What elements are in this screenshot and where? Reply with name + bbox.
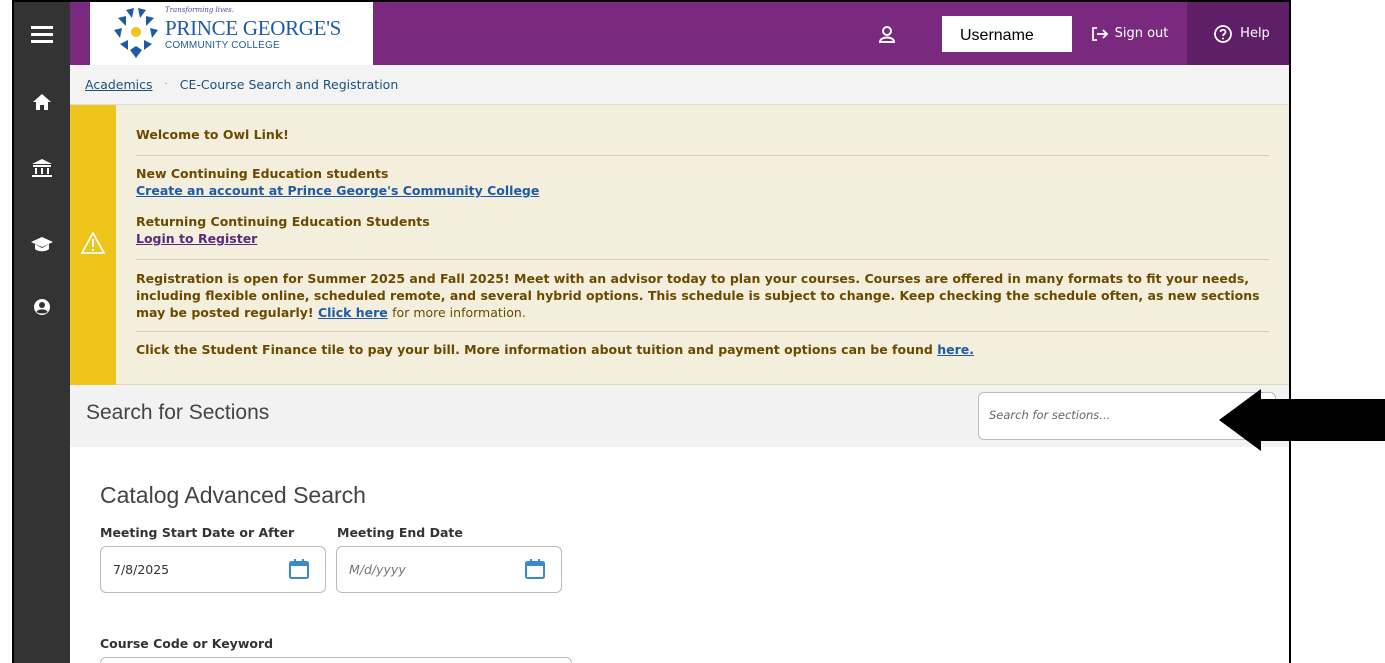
breadcrumb-current: CE-Course Search and Registration [179, 77, 399, 92]
announcement-alert: Welcome to Owl Link! New Continuing Educ… [70, 105, 1289, 385]
sidebar-item-academics[interactable] [14, 148, 70, 188]
graduation-cap-icon [31, 237, 53, 252]
alert-registration: Registration is open for Summer 2025 and… [136, 260, 1269, 332]
username-text: Username [960, 27, 1034, 44]
breadcrumb: Academics · CE-Course Search and Registr… [70, 65, 1289, 105]
breadcrumb-academics-link[interactable]: Academics [85, 77, 153, 92]
login-to-register-link[interactable]: Login to Register [136, 231, 257, 246]
app-frame: Transforming lives. PRINCE GEORGE'S COMM… [12, 0, 1291, 663]
logo-subtitle: COMMUNITY COLLEGE [165, 40, 280, 51]
start-date-input[interactable]: 7/8/2025 [100, 546, 326, 593]
returning-students-title: Returning Continuing Education Students [136, 214, 430, 229]
user-icon [878, 25, 896, 43]
advanced-search-title: Catalog Advanced Search [100, 482, 366, 508]
username-label: Username [942, 16, 1072, 52]
calendar-icon[interactable] [289, 559, 309, 579]
top-header: Transforming lives. PRINCE GEORGE'S COMM… [70, 2, 1289, 65]
alert-bar [70, 105, 116, 385]
course-keyword-input[interactable] [100, 657, 572, 663]
alert-body: Welcome to Owl Link! New Continuing Educ… [136, 105, 1269, 368]
new-students-title: New Continuing Education students [136, 166, 389, 181]
menu-icon [31, 26, 53, 43]
sign-out-label: Sign out [1114, 26, 1169, 41]
search-sections-header: Search for Sections Search for sections.… [70, 385, 1289, 447]
sign-out-button[interactable]: Sign out [1072, 2, 1187, 65]
sidebar [14, 2, 70, 663]
calendar-icon[interactable] [525, 559, 545, 579]
home-icon [33, 94, 51, 110]
finance-here-link[interactable]: here. [937, 342, 974, 357]
help-label: Help [1240, 26, 1270, 41]
alert-finance: Click the Student Finance tile to pay yo… [136, 332, 1269, 368]
logo-tagline: Transforming lives. [165, 6, 234, 14]
logo-name: PRINCE GEORGE'S [165, 16, 342, 40]
academics-icon [32, 159, 52, 177]
breadcrumb-separator: · [164, 79, 168, 90]
course-keyword-label: Course Code or Keyword [100, 636, 274, 651]
more-info-text: for more information. [392, 305, 526, 320]
sidebar-item-student[interactable] [14, 224, 70, 264]
search-title: Search for Sections [86, 401, 270, 424]
sign-out-icon [1091, 26, 1108, 41]
alert-welcome: Welcome to Owl Link! [136, 105, 1269, 156]
logo-mark-icon [114, 8, 158, 58]
user-circle-icon [34, 299, 50, 315]
start-date-label: Meeting Start Date or After [100, 525, 295, 540]
warning-icon [81, 232, 105, 254]
end-date-input[interactable]: M/d/yyyy [336, 546, 562, 593]
annotation-arrow-icon [1219, 389, 1385, 451]
sidebar-item-profile[interactable] [14, 287, 70, 327]
help-button[interactable]: Help [1187, 2, 1289, 65]
user-menu[interactable] [878, 2, 896, 65]
create-account-link[interactable]: Create an account at Prince George's Com… [136, 183, 539, 198]
sidebar-item-home[interactable] [14, 82, 70, 122]
finance-text: Click the Student Finance tile to pay yo… [136, 342, 933, 357]
menu-button[interactable] [14, 14, 70, 54]
start-date-value: 7/8/2025 [113, 562, 170, 577]
end-date-label: Meeting End Date [337, 525, 463, 540]
catalog-advanced-search: Catalog Advanced Search Meeting Start Da… [70, 447, 1289, 663]
end-date-placeholder: M/d/yyyy [349, 562, 406, 577]
alert-new-students: New Continuing Education students Create… [136, 156, 1269, 260]
college-logo[interactable]: Transforming lives. PRINCE GEORGE'S COMM… [90, 2, 373, 65]
help-icon [1214, 24, 1233, 43]
click-here-link[interactable]: Click here [318, 305, 388, 320]
registration-text: Registration is open for Summer 2025 and… [136, 271, 1260, 320]
